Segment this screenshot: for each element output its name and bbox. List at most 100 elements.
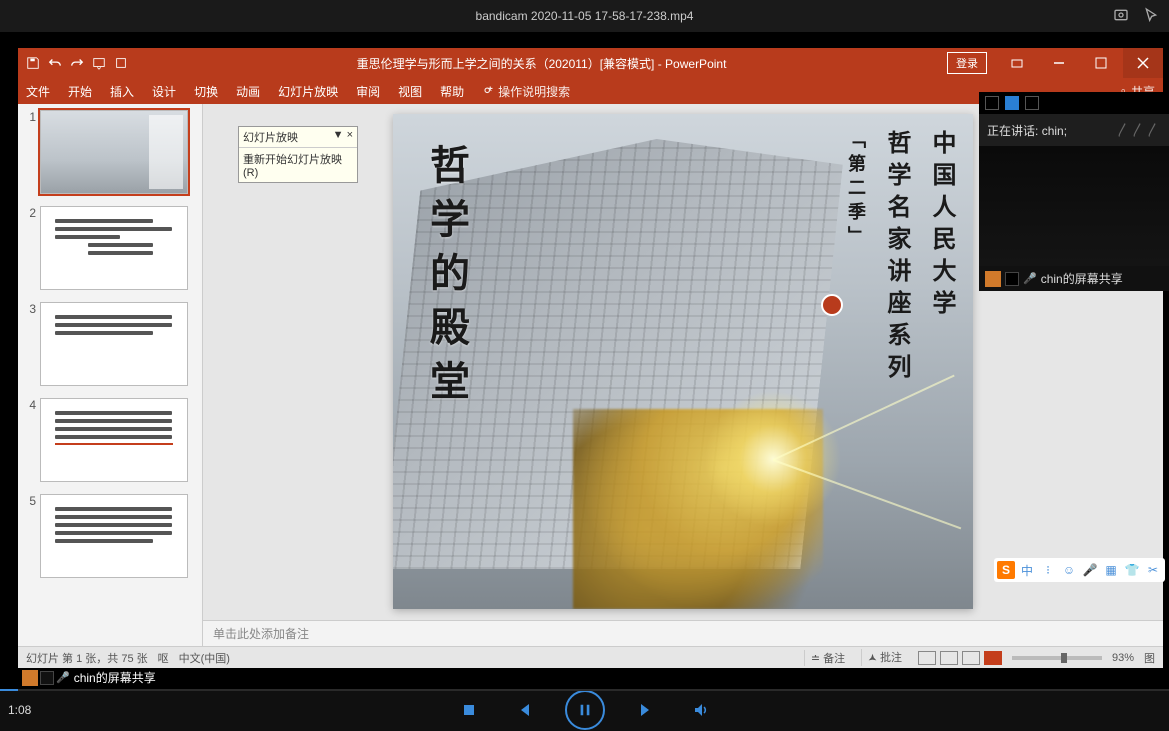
slide-mini-preview [40, 302, 188, 386]
play-pause-button[interactable] [565, 690, 605, 730]
language-indicator[interactable]: 中文(中国) [179, 650, 230, 666]
ime-tool-icon[interactable]: ✂ [1144, 561, 1162, 579]
zoom-video-thumbnail[interactable] [979, 146, 1169, 266]
slide-thumb-4[interactable]: 4 [22, 398, 198, 482]
fit-to-window-icon[interactable]: 图 [1144, 650, 1155, 666]
local-share-badge: 🎤 chin的屏幕共享 [18, 668, 160, 687]
screenshot-icon[interactable] [1113, 7, 1129, 26]
tell-me-label: 操作说明搜索 [498, 83, 570, 100]
tab-design[interactable]: 设计 [152, 83, 176, 100]
quick-access-toolbar [18, 56, 136, 70]
progress-bar[interactable] [0, 689, 1169, 691]
tooltip-title: 幻灯片放映 [243, 129, 298, 145]
tab-home[interactable]: 开始 [68, 83, 92, 100]
accessibility-icon[interactable]: 呕 [158, 650, 169, 666]
comments-toggle[interactable]: 🟂 批注 [861, 649, 908, 666]
tab-view[interactable]: 视图 [398, 83, 422, 100]
zoom-share-row[interactable]: 🎤 chin的屏幕共享 [979, 266, 1169, 291]
avatar-icon [22, 670, 38, 686]
sorter-view-icon[interactable] [940, 651, 958, 665]
slide-thumb-2[interactable]: 2 [22, 206, 198, 290]
slide-thumb-5[interactable]: 5 [22, 494, 198, 578]
minimize-icon[interactable] [1039, 48, 1079, 78]
video-filename: bandicam 2020-11-05 17-58-17-238.mp4 [476, 9, 694, 23]
tab-file[interactable]: 文件 [26, 83, 50, 100]
slide-thumbnail-panel[interactable]: 1 2 3 [18, 104, 203, 646]
notes-toggle[interactable]: ≐ 备注 [804, 650, 851, 666]
prev-button[interactable] [511, 698, 535, 722]
notes-placeholder[interactable]: 单击此处添加备注 [203, 620, 1163, 646]
close-icon[interactable] [1123, 48, 1163, 78]
slide-mini-preview [40, 494, 188, 578]
zoom-percent[interactable]: 93% [1112, 652, 1134, 664]
monitor-icon [40, 671, 54, 685]
pp-window-controls: 登录 [947, 48, 1163, 78]
normal-view-icon[interactable] [918, 651, 936, 665]
video-player-controls: 1:08 [0, 689, 1169, 731]
zoom-slider[interactable] [1012, 656, 1102, 660]
next-button[interactable] [635, 698, 659, 722]
slide-main-heading: 哲学的殿堂 [417, 144, 475, 414]
tab-animations[interactable]: 动画 [236, 83, 260, 100]
tooltip-pin-icon[interactable]: ▼ [333, 129, 344, 141]
redo-icon[interactable] [70, 56, 84, 70]
tooltip-action[interactable]: 重新开始幻灯片放映(R) [239, 148, 357, 182]
slideshow-view-icon[interactable] [984, 651, 1002, 665]
slideshow-resume-tooltip: 幻灯片放映 ▼ × 重新开始幻灯片放映(R) [238, 126, 358, 183]
ime-punct-icon[interactable]: ⁝ [1039, 561, 1057, 579]
university-seal-icon [821, 294, 843, 316]
slide-subtitle-season: 「第二季」 [843, 130, 869, 386]
slide-mini-preview [40, 398, 188, 482]
slide-thumb-3[interactable]: 3 [22, 302, 198, 386]
ime-lang-icon[interactable]: 中 [1018, 561, 1036, 579]
login-button[interactable]: 登录 [947, 52, 987, 74]
save-icon[interactable] [26, 56, 40, 70]
tell-me-search[interactable]: 操作说明搜索 [482, 83, 570, 100]
tab-help[interactable]: 帮助 [440, 83, 464, 100]
volume-button[interactable] [689, 698, 713, 722]
slide-subtitle-university: 中国人民大学 [924, 130, 959, 386]
zoom-gallery-icon[interactable] [1005, 96, 1019, 110]
tab-slideshow[interactable]: 幻灯片放映 [278, 83, 338, 100]
tab-insert[interactable]: 插入 [110, 83, 134, 100]
undo-icon[interactable] [48, 56, 62, 70]
ribbon-options-icon[interactable] [997, 48, 1037, 78]
ime-logo-icon[interactable]: S [997, 561, 1015, 579]
zoom-speaking-row: 正在讲话: chin; 〳〳〳 [979, 114, 1169, 146]
pointer-icon[interactable] [1143, 7, 1159, 26]
start-slideshow-icon[interactable] [92, 56, 106, 70]
slide-counter: 幻灯片 第 1 张，共 75 张 [26, 650, 148, 666]
sogou-ime-toolbar[interactable]: S 中 ⁝ ☺ 🎤 ▦ 👕 ✂ [994, 558, 1165, 582]
pp-status-bar: 幻灯片 第 1 张，共 75 张 呕 中文(中国) ≐ 备注 🟂 批注 93% … [18, 646, 1163, 668]
zoom-list-icon[interactable] [1025, 96, 1039, 110]
current-slide[interactable]: 哲学的殿堂 「第二季」 哲学名家讲座系列 中国人民大学 [393, 114, 973, 609]
tab-transitions[interactable]: 切换 [194, 83, 218, 100]
video-canvas: 重思伦理学与形而上学之间的关系（202011）[兼容模式] - PowerPoi… [18, 48, 1169, 689]
ime-skin-icon[interactable]: 👕 [1123, 561, 1141, 579]
ime-voice-icon[interactable]: 🎤 [1081, 561, 1099, 579]
title-bar-actions [1113, 7, 1159, 26]
zoom-share-text: chin的屏幕共享 [1041, 270, 1123, 287]
ime-keyboard-icon[interactable]: ▦ [1102, 561, 1120, 579]
maximize-icon[interactable] [1081, 48, 1121, 78]
zoom-speaker-name: chin; [1042, 124, 1067, 138]
zoom-participant-panel[interactable]: 正在讲话: chin; 〳〳〳 🎤 chin的屏幕共享 [979, 92, 1169, 291]
tooltip-close-icon[interactable]: × [347, 129, 353, 141]
pp-document-title: 重思伦理学与形而上学之间的关系（202011）[兼容模式] - PowerPoi… [136, 55, 947, 72]
more-icon[interactable] [114, 56, 128, 70]
pp-title-bar: 重思伦理学与形而上学之间的关系（202011）[兼容模式] - PowerPoi… [18, 48, 1163, 78]
stop-button[interactable] [457, 698, 481, 722]
tab-review[interactable]: 审阅 [356, 83, 380, 100]
ime-emoji-icon[interactable]: ☺ [1060, 561, 1078, 579]
player-title-bar: bandicam 2020-11-05 17-58-17-238.mp4 [0, 0, 1169, 32]
slide-thumb-1[interactable]: 1 [22, 110, 198, 194]
monitor-icon [1005, 272, 1019, 286]
avatar-icon [985, 271, 1001, 287]
zoom-panel-header [979, 92, 1169, 114]
video-player-window: bandicam 2020-11-05 17-58-17-238.mp4 重思伦… [0, 0, 1169, 731]
reading-view-icon[interactable] [962, 651, 980, 665]
mic-active-icon: 🎤 [1023, 272, 1037, 285]
elapsed-time: 1:08 [8, 703, 31, 717]
zoom-minimize-icon[interactable] [985, 96, 999, 110]
slide-mini-preview [40, 110, 188, 194]
